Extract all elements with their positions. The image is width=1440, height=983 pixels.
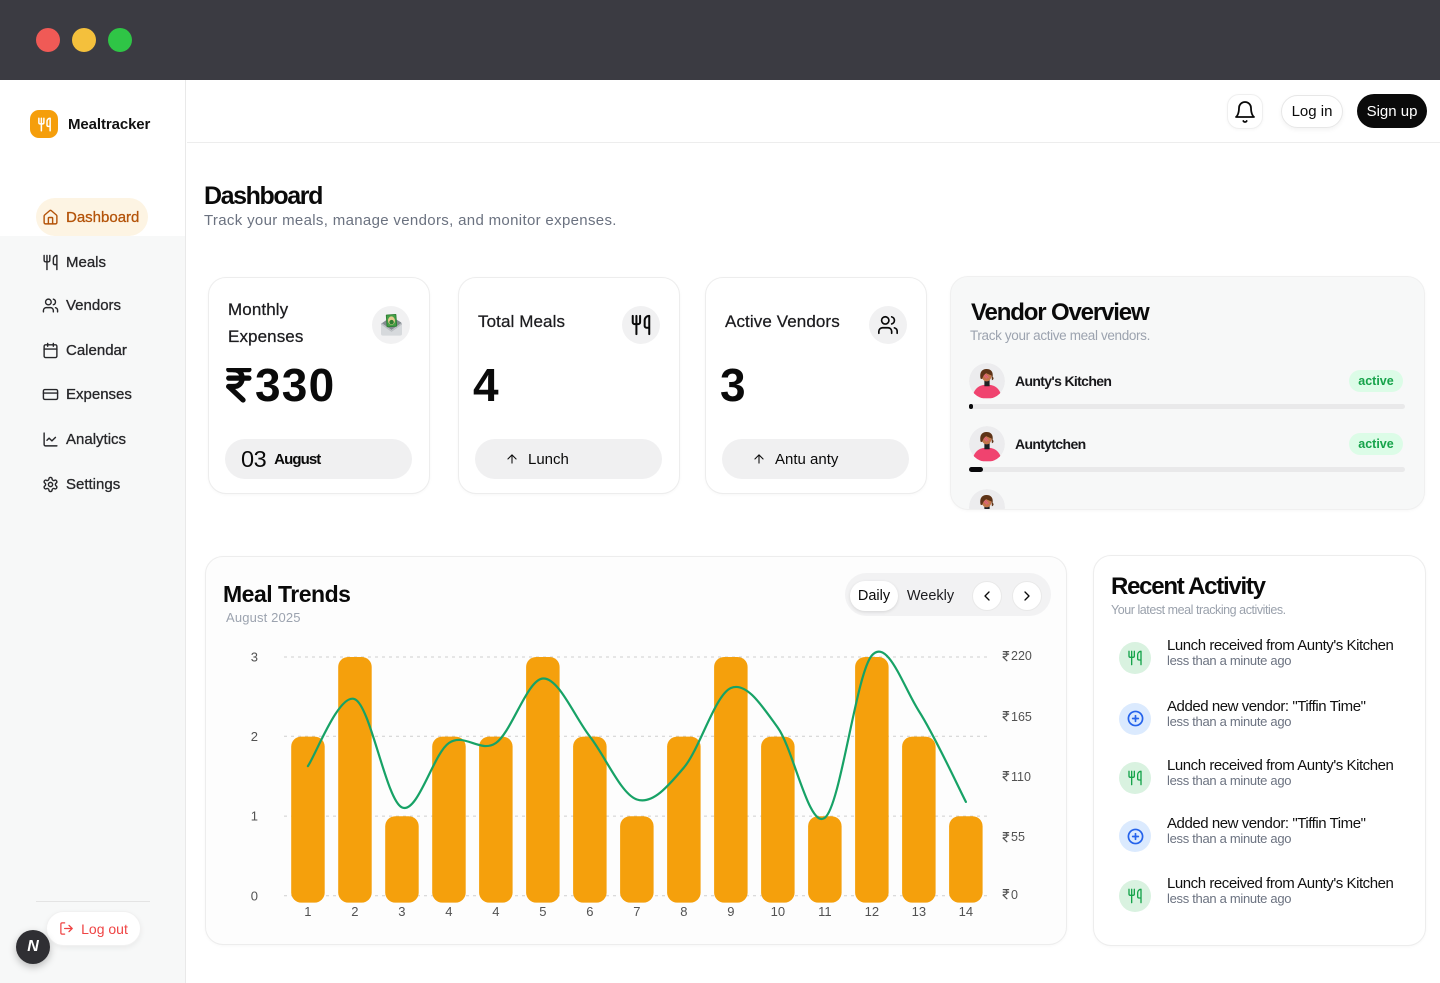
svg-text:8: 8: [680, 904, 687, 919]
svg-text:6: 6: [586, 904, 593, 919]
svg-text:3: 3: [398, 904, 405, 919]
svg-text:3: 3: [251, 650, 258, 665]
svg-text:5: 5: [539, 904, 546, 919]
svg-text:1: 1: [304, 904, 311, 919]
svg-text:10: 10: [771, 904, 785, 919]
svg-text:0: 0: [251, 888, 258, 903]
svg-text:4: 4: [492, 904, 499, 919]
svg-text:1: 1: [251, 809, 258, 824]
svg-text:11: 11: [818, 904, 832, 919]
svg-text:4: 4: [445, 904, 452, 919]
svg-text:2: 2: [251, 729, 258, 744]
svg-text:14: 14: [959, 904, 973, 919]
svg-text:12: 12: [865, 904, 879, 919]
svg-text:7: 7: [633, 904, 640, 919]
svg-text:9: 9: [727, 904, 734, 919]
svg-text:2: 2: [351, 904, 358, 919]
svg-text:13: 13: [912, 904, 926, 919]
